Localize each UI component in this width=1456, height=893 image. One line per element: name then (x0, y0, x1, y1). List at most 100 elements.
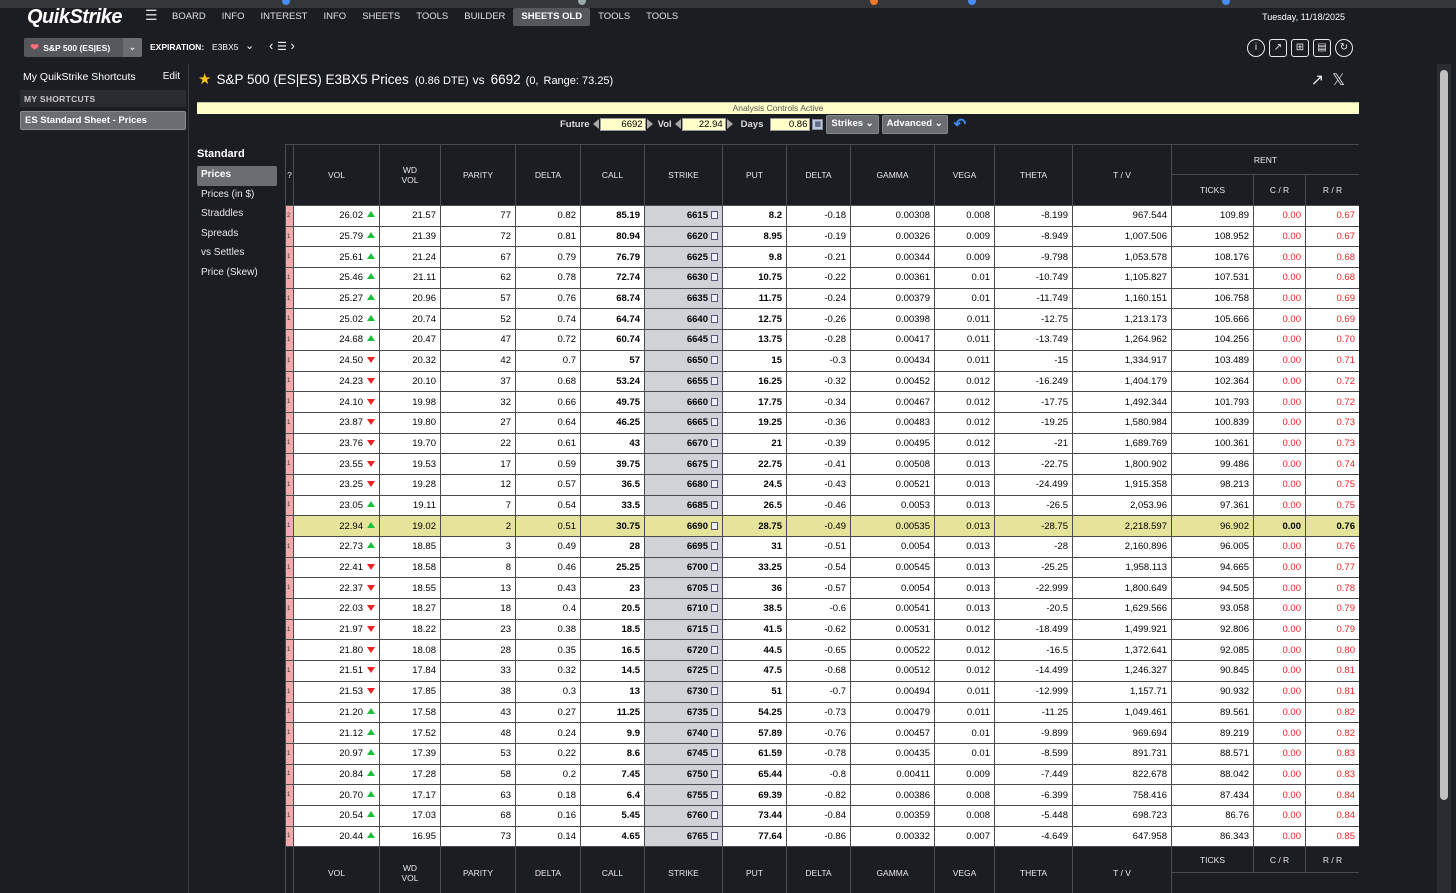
calculator-icon[interactable] (711, 831, 718, 840)
calculator-icon[interactable] (711, 645, 718, 654)
pdf-icon[interactable]: ▤ (1313, 39, 1331, 57)
view-item-straddles[interactable]: Straddles (197, 205, 277, 225)
cell-strike[interactable]: 6655 (644, 370, 723, 393)
call-delta-column-header[interactable]: DELTA (515, 144, 581, 206)
wd-vol-column-header[interactable]: WD VOL (379, 144, 441, 206)
cell-strike[interactable]: 6745 (644, 742, 723, 765)
nav-item-sheets[interactable]: SHEETS (354, 8, 408, 26)
calculator-icon[interactable] (711, 521, 718, 530)
cell-strike[interactable]: 6695 (644, 536, 723, 558)
vol-decrement-icon[interactable] (674, 119, 681, 129)
x-social-icon[interactable]: 𝕏 (1332, 73, 1345, 89)
cell-strike[interactable]: 6730 (644, 680, 723, 703)
view-item-prices[interactable]: Prices (197, 166, 277, 186)
cell-strike[interactable]: 6765 (644, 825, 723, 848)
calculator-icon[interactable] (711, 459, 718, 468)
menu-icon[interactable]: ☰ (145, 7, 158, 24)
calculator-icon[interactable] (711, 769, 718, 778)
chart-icon[interactable]: ↗ (1269, 39, 1287, 57)
put-delta-column-header[interactable]: DELTA (786, 144, 851, 206)
calculator-icon[interactable] (711, 211, 718, 220)
app-logo[interactable]: QuikStrike (27, 6, 123, 29)
calculator-icon[interactable] (711, 728, 718, 737)
days-input[interactable]: 0.86 (770, 117, 811, 131)
nav-item-tools[interactable]: TOOLS (590, 8, 638, 26)
cell-strike[interactable]: 6660 (644, 391, 723, 413)
theta-column-header[interactable]: THETA (994, 144, 1073, 206)
cr-column-header[interactable]: C / R (1253, 174, 1306, 206)
cell-strike[interactable]: 6710 (644, 598, 723, 620)
calculator-icon[interactable] (711, 790, 718, 799)
vol-increment-icon[interactable] (726, 119, 733, 129)
calculator-icon[interactable] (711, 232, 718, 241)
cell-strike[interactable]: 6645 (644, 329, 723, 351)
cell-strike[interactable]: 6715 (644, 618, 723, 641)
calculator-icon[interactable] (711, 811, 718, 820)
vol-input[interactable]: 22.94 (681, 117, 726, 131)
cell-strike[interactable]: 6755 (644, 784, 723, 806)
future-increment-icon[interactable] (646, 119, 653, 129)
scrollbar-thumb[interactable] (1440, 70, 1448, 800)
cell-strike[interactable]: 6760 (644, 804, 723, 827)
view-item-price-skew[interactable]: Price (Skew) (197, 264, 277, 284)
rr-column-header[interactable]: R / R (1305, 174, 1359, 206)
undo-icon[interactable]: ↶ (954, 115, 967, 133)
strike-column-header[interactable]: STRIKE (644, 144, 723, 206)
put-column-header[interactable]: PUT (722, 144, 787, 206)
calculator-icon[interactable] (711, 335, 718, 344)
calculator-icon[interactable] (711, 625, 718, 634)
calculator-icon[interactable] (711, 397, 718, 406)
tv-column-header[interactable]: T / V (1072, 144, 1172, 206)
cell-strike[interactable]: 6615 (644, 205, 723, 227)
expiration-value[interactable]: E3BX5 (212, 42, 238, 52)
cell-strike[interactable]: 6720 (644, 639, 723, 662)
call-column-header[interactable]: CALL (580, 144, 645, 206)
nav-item-sheets-old[interactable]: SHEETS OLD (513, 8, 591, 26)
nav-item-info[interactable]: INFO (214, 8, 253, 26)
product-dropdown-button[interactable]: ⌄ (123, 38, 142, 57)
cell-strike[interactable]: 6680 (644, 473, 723, 496)
calculator-icon[interactable] (711, 604, 718, 613)
calculator-icon[interactable] (711, 376, 718, 385)
star-icon[interactable]: ★ (198, 70, 211, 88)
chevron-down-icon[interactable]: ⌄ (245, 39, 254, 52)
cell-strike[interactable]: 6750 (644, 763, 723, 786)
cell-strike[interactable]: 6725 (644, 660, 723, 682)
calculator-icon[interactable] (711, 314, 718, 323)
calendar-icon[interactable]: ▦ (812, 118, 824, 130)
cell-strike[interactable]: 6625 (644, 246, 723, 269)
cell-strike[interactable]: 6665 (644, 411, 723, 434)
cell-strike[interactable]: 6700 (644, 556, 723, 579)
cell-strike[interactable]: 6705 (644, 577, 723, 600)
calculator-icon[interactable] (711, 563, 718, 572)
chevron-right-icon[interactable]: › (290, 38, 294, 53)
nav-item-board[interactable]: BOARD (164, 8, 214, 26)
info-icon[interactable]: i (1247, 39, 1265, 57)
nav-item-info[interactable]: INFO (315, 8, 354, 26)
cell-strike[interactable]: 6670 (644, 432, 723, 455)
view-item-prices-in[interactable]: Prices (in $) (197, 186, 277, 206)
gamma-column-header[interactable]: GAMMA (850, 144, 935, 206)
cell-strike[interactable]: 6620 (644, 225, 723, 248)
calculator-icon[interactable] (711, 294, 718, 303)
calculator-icon[interactable] (711, 252, 718, 261)
cell-strike[interactable]: 6650 (644, 349, 723, 372)
calculator-icon[interactable] (711, 707, 718, 716)
cell-strike[interactable]: 6635 (644, 287, 723, 310)
future-input[interactable]: 6692 (599, 117, 646, 131)
shortcut-item[interactable]: ES Standard Sheet - Prices (20, 111, 186, 130)
calculator-icon[interactable] (711, 749, 718, 758)
cell-strike[interactable]: 6675 (644, 453, 723, 475)
vol-column-header[interactable]: VOL (293, 144, 380, 206)
cell-strike[interactable]: 6640 (644, 308, 723, 331)
calculator-icon[interactable] (711, 356, 718, 365)
calculator-icon[interactable] (711, 273, 718, 282)
chevron-left-icon[interactable]: ‹ (269, 38, 273, 53)
nav-item-interest[interactable]: INTEREST (253, 8, 316, 26)
ticks-column-header[interactable]: TICKS (1171, 174, 1254, 206)
calculator-icon[interactable] (711, 542, 718, 551)
calculator-icon[interactable] (711, 418, 718, 427)
cell-strike[interactable]: 6740 (644, 722, 723, 744)
nav-item-tools[interactable]: TOOLS (638, 8, 686, 26)
cell-strike[interactable]: 6630 (644, 267, 723, 289)
